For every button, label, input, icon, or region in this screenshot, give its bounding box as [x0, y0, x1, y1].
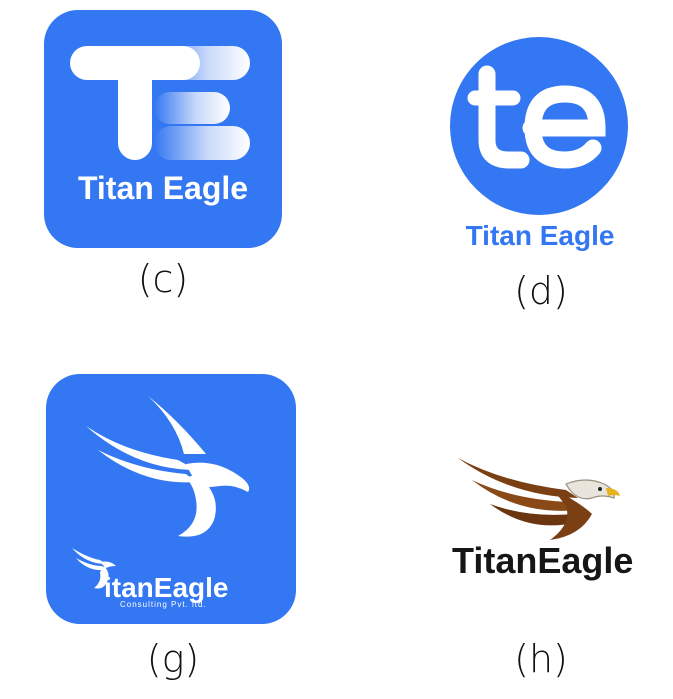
- logo-d-wordmark: Titan Eagle: [465, 220, 615, 251]
- logo-g-tile: itanEagle Consulting Pvt. ltd.: [46, 374, 296, 624]
- caption-c: (c): [137, 257, 189, 301]
- logo-g-tagline: Consulting Pvt. ltd.: [120, 600, 207, 609]
- logo-c-wordmark: Titan Eagle: [77, 170, 249, 206]
- logo-c-tile: Titan Eagle: [44, 10, 282, 248]
- logo-h-wordmark: TitanEagle: [452, 540, 634, 581]
- te-monogram-circle-icon: [450, 37, 628, 215]
- caption-d: (d): [514, 269, 568, 313]
- brown-eagle-icon: [458, 458, 620, 540]
- caption-g: (g): [146, 637, 200, 681]
- te-monogram-square-icon: [70, 46, 250, 160]
- caption-h: (h): [514, 637, 568, 681]
